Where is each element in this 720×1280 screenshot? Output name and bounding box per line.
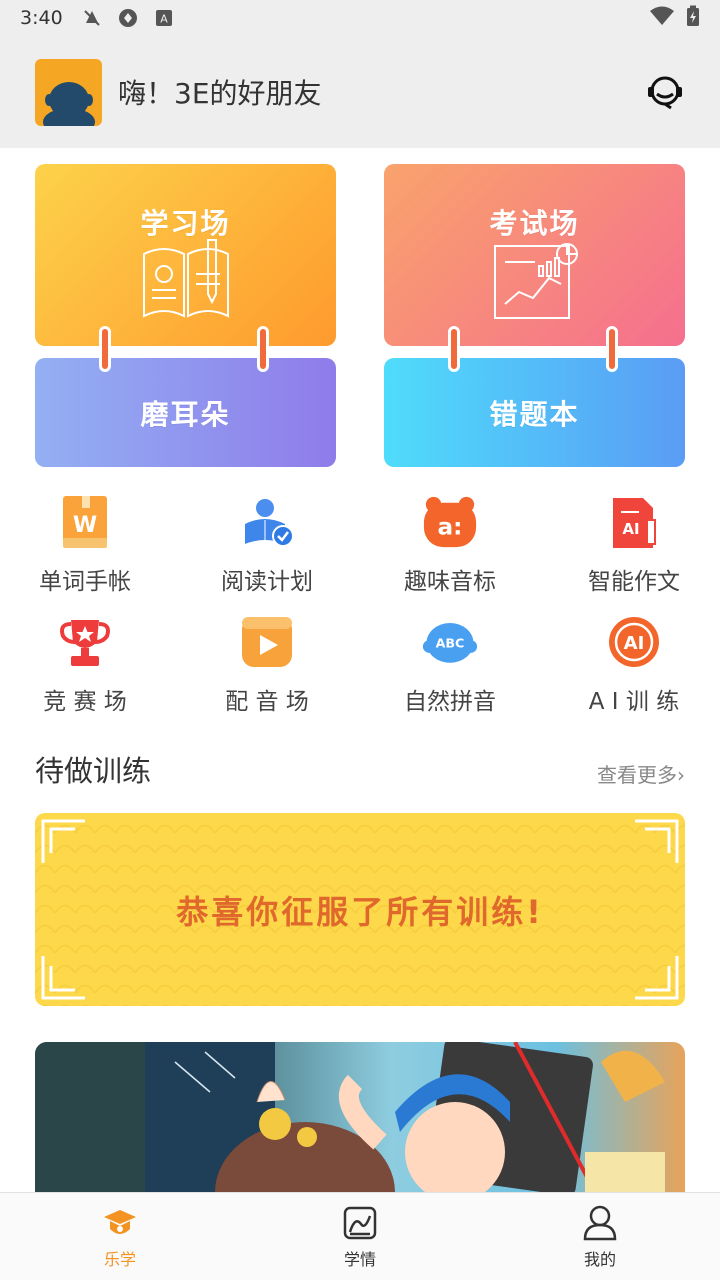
listen-practice-title: 磨耳朵	[140, 397, 231, 431]
open-book-icon	[136, 234, 236, 328]
fun-phonetics-label: 趣味音标	[404, 569, 496, 595]
svg-text:ABC: ABC	[436, 635, 465, 650]
customer-service-icon[interactable]	[645, 72, 685, 112]
phonics-abc-icon: ABC	[422, 614, 478, 670]
keyboard-a-icon: A	[153, 7, 175, 29]
todo-complete-banner: 恭喜你征服了所有训练!	[35, 813, 685, 1006]
tab-lexue-label: 乐学	[103, 1249, 136, 1269]
todo-section-title: 待做训练	[35, 754, 152, 788]
svg-text:AI: AI	[624, 633, 645, 654]
mistake-book-card[interactable]: 错题本	[384, 358, 685, 467]
tab-lexue[interactable]: 乐学	[0, 1193, 240, 1280]
study-arena-card[interactable]: 学习场	[35, 164, 336, 346]
svg-text:a:: a:	[438, 514, 463, 541]
listen-practice-card[interactable]: 磨耳朵	[35, 358, 336, 467]
tab-xueqing-label: 学情	[343, 1249, 376, 1269]
reading-plan-button[interactable]: 阅读计划	[197, 494, 337, 596]
notification-muted-icon	[81, 7, 103, 29]
ai-essay-label: 智能作文	[588, 569, 680, 595]
svg-text:AI: AI	[622, 520, 639, 538]
greeting-text: 嗨！3E的好朋友	[118, 77, 322, 110]
competition-label: 竞 赛 场	[43, 689, 127, 715]
battery-icon	[686, 5, 700, 32]
bottom-tab-bar: 乐学 学情 我的	[0, 1192, 720, 1280]
phonetics-icon: a:	[422, 494, 478, 550]
view-more-link[interactable]: 查看更多›	[597, 759, 685, 788]
phonics-label: 自然拼音	[404, 689, 496, 715]
ai-training-button[interactable]: AI A I 训 练	[564, 614, 704, 716]
promo-banner[interactable]	[35, 1042, 685, 1202]
reading-plan-icon	[239, 494, 295, 550]
ai-essay-button[interactable]: AI 智能作文	[564, 494, 704, 596]
promo-illustration	[35, 1042, 665, 1202]
tab-xueqing[interactable]: 学情	[240, 1193, 480, 1280]
exam-arena-card[interactable]: 考试场	[384, 164, 685, 346]
status-time: 3:40	[20, 7, 63, 29]
dubbing-button[interactable]: 配 音 场	[197, 614, 337, 716]
binder-ring	[257, 326, 269, 372]
svg-text:A: A	[160, 13, 168, 26]
sync-icon	[117, 7, 139, 29]
word-notebook-button[interactable]: W 单词手帐	[15, 494, 155, 596]
trophy-icon	[57, 614, 113, 670]
user-icon	[581, 1204, 619, 1242]
status-bar: 3:40 A	[0, 0, 720, 36]
ai-essay-icon: AI	[606, 494, 662, 550]
mistake-book-title: 错题本	[489, 397, 580, 431]
competition-button[interactable]: 竞 赛 场	[15, 614, 155, 716]
wifi-icon	[650, 6, 674, 31]
svg-text:W: W	[73, 513, 97, 538]
view-more-label: 查看更多	[597, 763, 677, 787]
dubbing-icon	[239, 614, 295, 670]
tab-mine-label: 我的	[583, 1249, 616, 1269]
binder-ring	[99, 326, 111, 372]
todo-complete-text: 恭喜你征服了所有训练!	[176, 892, 544, 931]
header: 嗨！3E的好朋友	[0, 36, 720, 148]
binder-ring	[448, 326, 460, 372]
fun-phonetics-button[interactable]: a: 趣味音标	[380, 494, 520, 596]
binder-ring	[606, 326, 618, 372]
chart-icon	[341, 1204, 379, 1242]
exam-chart-icon	[485, 234, 585, 328]
dubbing-label: 配 音 场	[225, 689, 309, 715]
avatar[interactable]	[35, 58, 102, 126]
chevron-right-icon: ›	[677, 763, 685, 787]
phonics-button[interactable]: ABC 自然拼音	[380, 614, 520, 716]
word-notebook-icon: W	[57, 494, 113, 550]
tab-mine[interactable]: 我的	[480, 1193, 720, 1280]
word-notebook-label: 单词手帐	[39, 569, 131, 595]
ai-training-label: A I 训 练	[588, 689, 680, 715]
ai-training-icon: AI	[606, 614, 662, 670]
reading-plan-label: 阅读计划	[221, 569, 313, 595]
graduation-cap-icon	[101, 1204, 139, 1242]
